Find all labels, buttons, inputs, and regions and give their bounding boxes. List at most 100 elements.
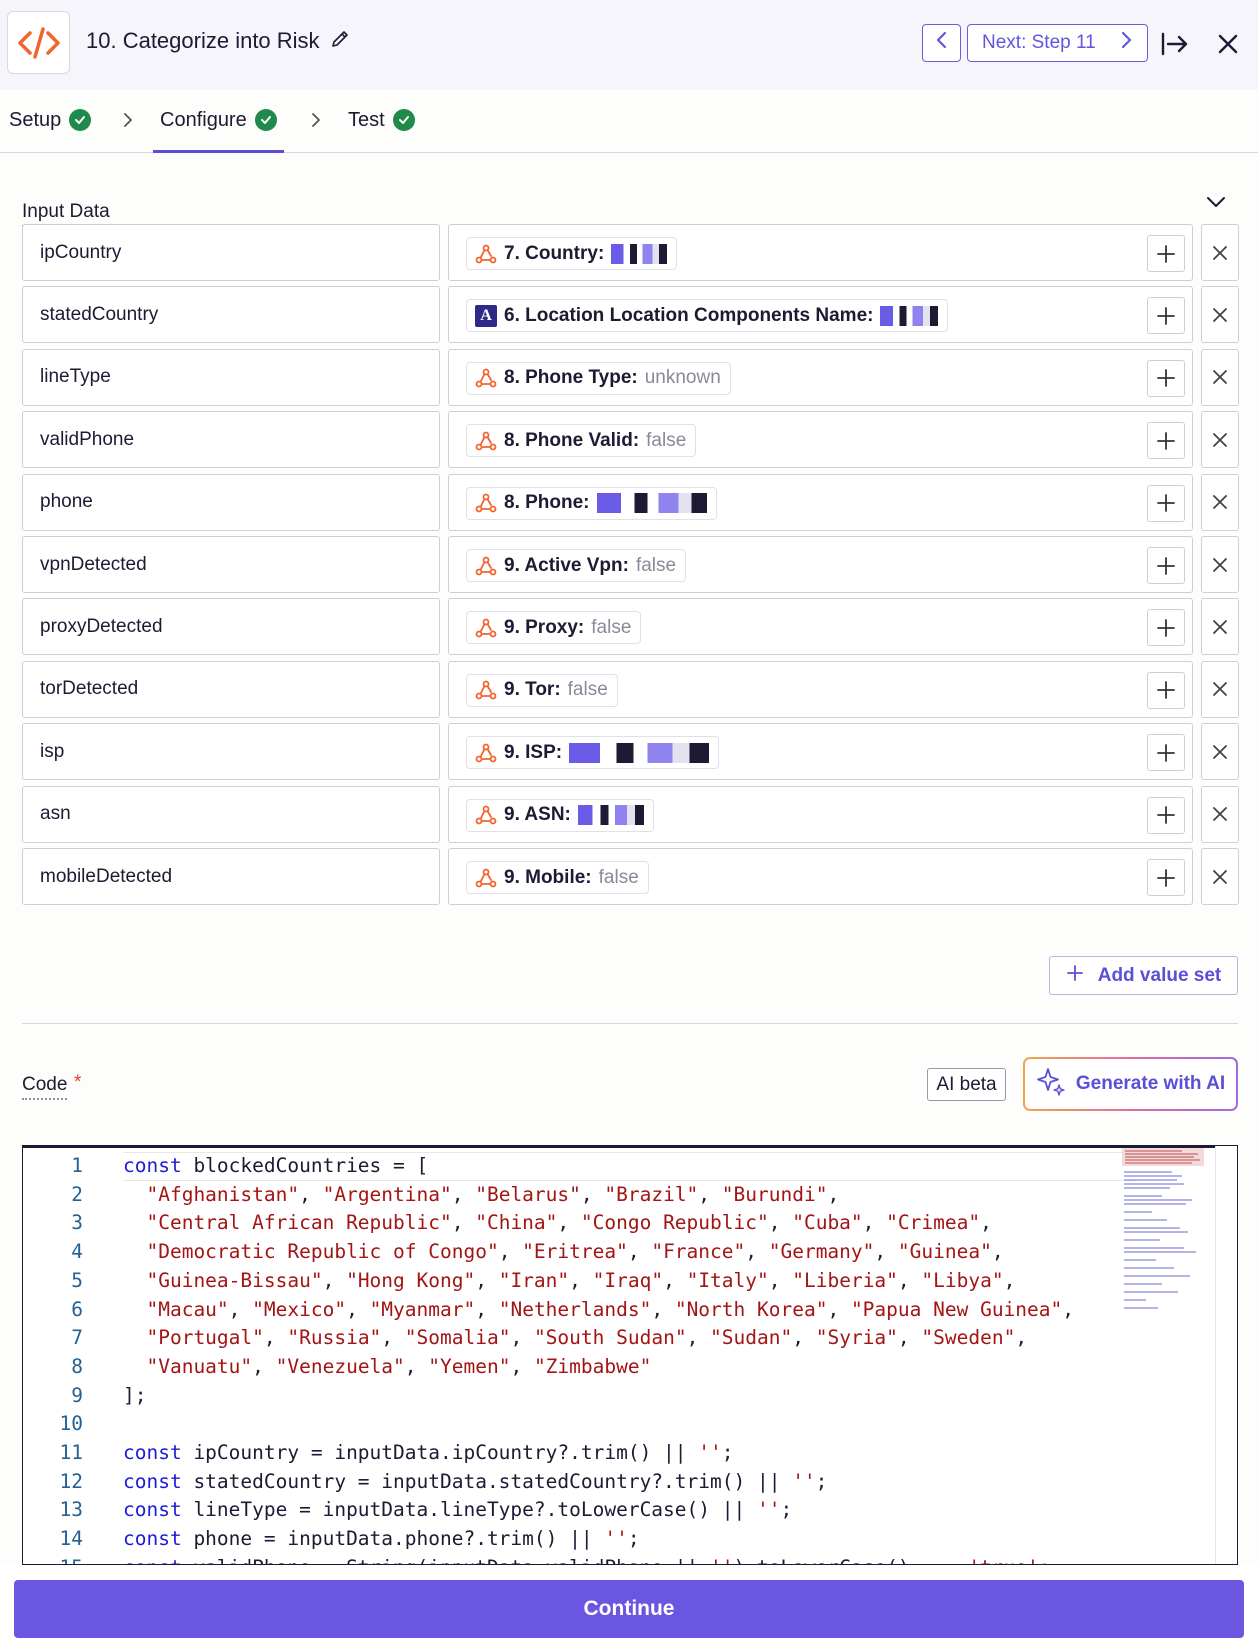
input-key-field[interactable]: proxyDetected [22,598,440,656]
input-key-field[interactable]: mobileDetected [22,848,440,905]
redacted-value [577,805,644,826]
input-value-field[interactable]: 9. ISP: [448,723,1193,781]
plus-icon [1156,244,1176,264]
remove-row-button[interactable] [1201,536,1239,593]
close-icon [1212,432,1228,448]
mapped-field-pill[interactable]: 8. Phone Valid: false [466,424,697,458]
mapped-field-pill[interactable]: 7. Country: [466,237,678,270]
mapped-field-pill[interactable]: 8. Phone Type: unknown [466,361,731,395]
input-key-field[interactable]: statedCountry [22,286,440,344]
input-key-field[interactable]: asn [22,785,440,843]
input-key-field[interactable]: torDetected [22,660,440,718]
line-content: const phone = inputData.phone?.trim() ||… [123,1527,640,1551]
insert-data-button[interactable] [1147,734,1185,772]
code-line: 4 "Democratic Republic of Congo", "Eritr… [23,1238,1074,1267]
insert-data-button[interactable] [1147,547,1185,584]
tab-configure[interactable]: Configure [153,107,284,153]
input-value-field[interactable]: 9. Mobile: false [448,848,1193,905]
mapped-field-pill[interactable]: 8. Phone: [466,486,717,520]
code-label: Code [22,1074,68,1100]
code-line: 12 const statedCountry = inputData.stated… [23,1468,1074,1497]
insert-data-button[interactable] [1147,359,1185,397]
insert-data-button[interactable] [1147,297,1185,335]
close-icon[interactable] [1212,28,1244,60]
remove-row-button[interactable] [1201,598,1239,656]
code-line: 7 "Portugal", "Russia", "Somalia", "Sout… [23,1324,1074,1353]
input-value-field[interactable]: 9. ASN: [448,785,1193,843]
mapped-field-pill[interactable]: 9. Proxy: false [466,611,642,645]
input-value-field[interactable]: 9. Proxy: false [448,598,1193,656]
input-value-field[interactable]: 8. Phone Type: unknown [448,348,1193,406]
remove-row-button[interactable] [1201,473,1239,531]
remove-row-button[interactable] [1201,723,1239,781]
tab-label: Setup [9,109,62,131]
input-value-field[interactable]: 8. Phone Valid: false [448,411,1193,469]
close-icon [1212,806,1228,822]
pill-value: false [646,429,687,451]
webhook-icon [475,243,497,265]
input-value-field[interactable]: 7. Country: [448,224,1193,281]
previous-step-button[interactable] [922,24,961,62]
generate-with-ai-button[interactable]: Generate with AI [1023,1057,1238,1111]
plus-icon [1156,493,1176,513]
insert-data-button[interactable] [1147,484,1185,522]
chevron-down-icon[interactable] [1205,195,1227,214]
edit-pencil-icon[interactable] [330,29,350,54]
line-content: const validPhone = String(inputData.vali… [83,1556,1051,1564]
code-editor[interactable]: 1 const blockedCountries = [2 "Afghanista… [22,1145,1238,1565]
close-icon [1212,494,1228,510]
code-minimap[interactable] [1122,1148,1204,1318]
code-content[interactable]: 1 const blockedCountries = [2 "Afghanista… [23,1152,1075,1564]
redacted-value [880,305,939,326]
code-line: 11 const ipCountry = inputData.ipCountry?… [23,1439,1074,1468]
remove-row-button[interactable] [1201,411,1239,469]
line-content: const blockedCountries = [ [123,1154,429,1177]
next-step-button[interactable]: Next: Step 11 [967,24,1148,62]
input-key-field[interactable]: phone [22,473,440,531]
webhook-icon [475,804,497,826]
insert-data-button[interactable] [1147,859,1185,896]
insert-data-button[interactable] [1147,422,1185,460]
mapped-field-pill[interactable]: 9. Active Vpn: false [466,549,687,582]
input-value-field[interactable]: 9. Tor: false [448,660,1193,718]
redacted-value [596,493,707,514]
redacted-value [611,243,668,264]
line-number: 14 [59,1527,83,1551]
continue-button[interactable]: Continue [14,1580,1244,1638]
insert-data-button[interactable] [1147,235,1185,272]
mapped-field-pill[interactable]: A 6. Location Location Components Name: [466,299,949,333]
input-key-field[interactable]: ipCountry [22,224,440,281]
tab-label: Configure [160,109,247,131]
remove-row-button[interactable] [1201,286,1239,344]
input-key-field[interactable]: isp [22,723,440,781]
input-value-field[interactable]: 9. Active Vpn: false [448,536,1193,593]
tab-setup[interactable]: Setup [9,107,92,153]
input-key-field[interactable]: lineType [22,348,440,406]
add-value-set-button[interactable]: Add value set [1049,956,1238,995]
code-line: 3 "Central African Republic", "China", "… [23,1209,1074,1238]
editor-scrollbar[interactable] [1215,1146,1237,1564]
tab-test[interactable]: Test [348,107,415,153]
plus-icon [1156,743,1176,763]
remove-row-button[interactable] [1201,785,1239,843]
input-value-field[interactable]: 8. Phone: [448,473,1193,531]
check-icon [69,109,92,131]
remove-row-button[interactable] [1201,348,1239,406]
remove-row-button[interactable] [1201,224,1239,281]
close-icon [1212,369,1228,385]
input-key-field[interactable]: vpnDetected [22,536,440,593]
mapped-field-pill[interactable]: 9. Tor: false [466,673,618,707]
collapse-panel-icon[interactable] [1159,28,1191,60]
insert-data-button[interactable] [1147,609,1185,647]
mapped-field-pill[interactable]: 9. ISP: [466,736,720,770]
insert-data-button[interactable] [1147,796,1185,834]
webhook-icon [475,867,497,889]
remove-row-button[interactable] [1201,660,1239,718]
input-value-field[interactable]: A 6. Location Location Components Name: [448,286,1193,344]
input-key-field[interactable]: validPhone [22,411,440,469]
mapped-field-pill[interactable]: 9. ASN: [466,798,654,832]
remove-row-button[interactable] [1201,848,1239,905]
mapped-field-pill[interactable]: 9. Mobile: false [466,861,649,894]
insert-data-button[interactable] [1147,671,1185,709]
close-icon [1212,619,1228,635]
